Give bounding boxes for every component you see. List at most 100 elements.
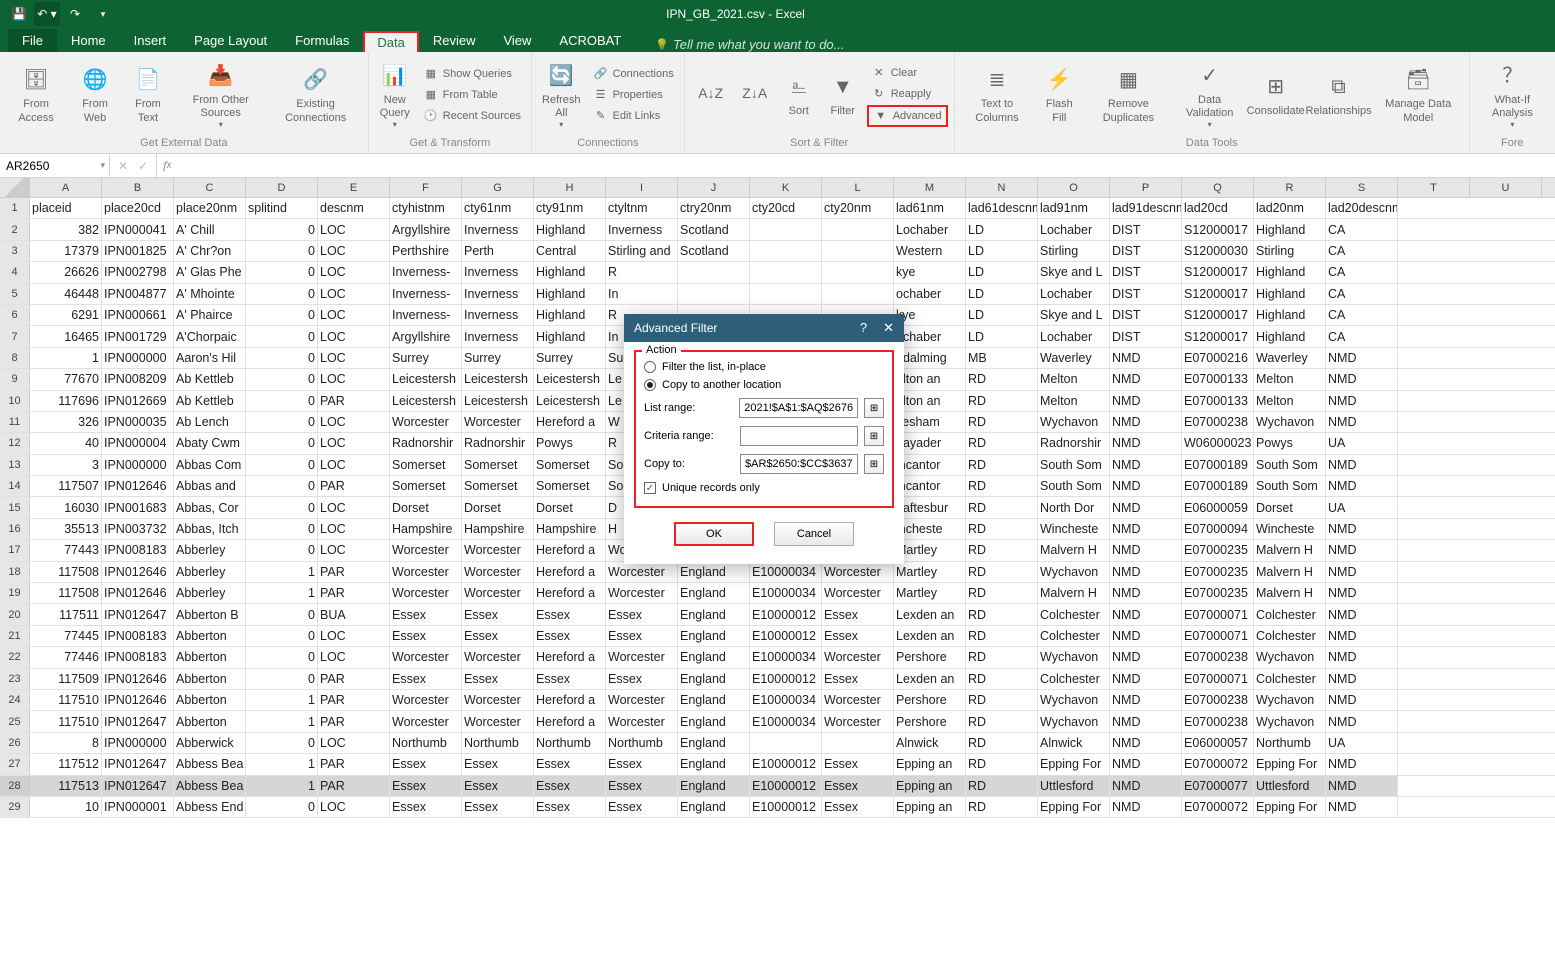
cell[interactable]: Worcester [606, 690, 678, 710]
cell[interactable]: NMD [1110, 711, 1182, 731]
cell[interactable]: NMD [1326, 348, 1398, 368]
cell[interactable]: Highland [1254, 262, 1326, 282]
cell[interactable]: Malvern H [1038, 583, 1110, 603]
cell[interactable]: UA [1326, 733, 1398, 753]
show-queries-button[interactable]: ▦Show Queries [419, 64, 525, 84]
cell[interactable]: Dorset [1254, 497, 1326, 517]
cell[interactable]: Uttlesford [1038, 776, 1110, 796]
cell[interactable]: Abbas, Cor [174, 497, 246, 517]
cell[interactable]: NMD [1110, 412, 1182, 432]
cell[interactable]: Essex [822, 604, 894, 624]
cell[interactable]: IPN012646 [102, 669, 174, 689]
cell[interactable]: A' Chill [174, 219, 246, 239]
row-header[interactable]: 27 [0, 754, 30, 774]
cell[interactable]: Worcester [390, 690, 462, 710]
cell[interactable]: England [678, 604, 750, 624]
properties-button[interactable]: ☰Properties [589, 85, 678, 105]
cell[interactable]: Powys [1254, 433, 1326, 453]
cell[interactable]: Central [534, 241, 606, 261]
cell[interactable]: NMD [1326, 776, 1398, 796]
cell[interactable]: RD [966, 476, 1038, 496]
cell[interactable]: 77443 [30, 540, 102, 560]
cell[interactable]: Perthshire [390, 241, 462, 261]
cell[interactable]: England [678, 711, 750, 731]
cell[interactable]: E10000034 [750, 583, 822, 603]
row-header[interactable]: 4 [0, 262, 30, 282]
cell[interactable]: E10000012 [750, 604, 822, 624]
cell[interactable]: Worcester [390, 540, 462, 560]
column-header-cell[interactable]: ctry20nm [678, 198, 750, 218]
cell[interactable]: IPN000041 [102, 219, 174, 239]
what-if-button[interactable]: ？What-If Analysis▾ [1476, 58, 1549, 132]
cell[interactable]: Essex [534, 797, 606, 817]
cell[interactable]: Dorset [462, 497, 534, 517]
cell[interactable]: Hampshire [462, 519, 534, 539]
cell[interactable]: Uttlesford [1254, 776, 1326, 796]
cell[interactable]: RD [966, 690, 1038, 710]
cell[interactable]: IPN012646 [102, 476, 174, 496]
cell[interactable]: Worcester [822, 583, 894, 603]
cell[interactable]: Essex [606, 797, 678, 817]
cell[interactable]: IPN002798 [102, 262, 174, 282]
cell[interactable]: 117510 [30, 690, 102, 710]
cancel-button[interactable]: Cancel [774, 522, 854, 546]
cell[interactable]: Inverness [462, 284, 534, 304]
cell[interactable]: Pershore [894, 690, 966, 710]
cell[interactable]: Waverley [1254, 348, 1326, 368]
cell[interactable]: RD [966, 455, 1038, 475]
cell[interactable]: Worcester [462, 690, 534, 710]
cell[interactable]: Epping For [1254, 797, 1326, 817]
cell[interactable]: E10000034 [750, 690, 822, 710]
cell[interactable]: Abberton [174, 626, 246, 646]
cell[interactable] [750, 262, 822, 282]
cell[interactable]: NMD [1326, 797, 1398, 817]
cell[interactable]: NMD [1110, 455, 1182, 475]
cell[interactable]: LOC [318, 433, 390, 453]
row-header[interactable]: 8 [0, 348, 30, 368]
cell[interactable]: E07000238 [1182, 690, 1254, 710]
cell[interactable]: CA [1326, 284, 1398, 304]
cell[interactable]: 1 [246, 754, 318, 774]
cell[interactable]: Surrey [390, 348, 462, 368]
cell[interactable]: Essex [462, 776, 534, 796]
cell[interactable]: LOC [318, 305, 390, 325]
cell[interactable]: Stirling [1038, 241, 1110, 261]
cell[interactable]: Abberley [174, 583, 246, 603]
cell[interactable]: Worcester [462, 583, 534, 603]
relationships-button[interactable]: ⧉Relationships [1308, 69, 1370, 120]
cell[interactable]: Malvern H [1254, 540, 1326, 560]
cell[interactable]: Wincheste [1038, 519, 1110, 539]
cell[interactable]: Worcester [462, 540, 534, 560]
cell[interactable]: Wychavon [1254, 647, 1326, 667]
cell[interactable]: incheste [894, 519, 966, 539]
cell[interactable]: LD [966, 305, 1038, 325]
cell[interactable]: Essex [534, 626, 606, 646]
cell[interactable]: PAR [318, 754, 390, 774]
column-header[interactable]: P [1110, 178, 1182, 197]
cell[interactable]: Lochaber [1038, 284, 1110, 304]
cell[interactable]: Hampshire [390, 519, 462, 539]
cell[interactable]: S12000017 [1182, 262, 1254, 282]
row-header[interactable]: 12 [0, 433, 30, 453]
cell[interactable]: Northumb [462, 733, 534, 753]
cell[interactable]: Highland [534, 219, 606, 239]
cell[interactable]: NMD [1110, 476, 1182, 496]
cell[interactable]: MB [966, 348, 1038, 368]
cell[interactable]: LOC [318, 326, 390, 346]
cell[interactable]: Epping For [1038, 797, 1110, 817]
cell[interactable]: England [678, 626, 750, 646]
cell[interactable]: NMD [1326, 690, 1398, 710]
refresh-all-button[interactable]: 🔄Refresh All▾ [538, 58, 585, 132]
cell[interactable]: Wincheste [1254, 519, 1326, 539]
cell[interactable]: PAR [318, 690, 390, 710]
row-header[interactable]: 22 [0, 647, 30, 667]
cell[interactable]: Leicestersh [390, 369, 462, 389]
cell[interactable]: South Som [1254, 476, 1326, 496]
cell[interactable]: NMD [1326, 562, 1398, 582]
cell[interactable]: E07000071 [1182, 604, 1254, 624]
cell[interactable]: England [678, 690, 750, 710]
dialog-titlebar[interactable]: Advanced Filter ? ✕ [624, 314, 904, 342]
cell[interactable]: 117510 [30, 711, 102, 731]
cell[interactable]: E10000012 [750, 754, 822, 774]
cell[interactable]: IPN012647 [102, 776, 174, 796]
